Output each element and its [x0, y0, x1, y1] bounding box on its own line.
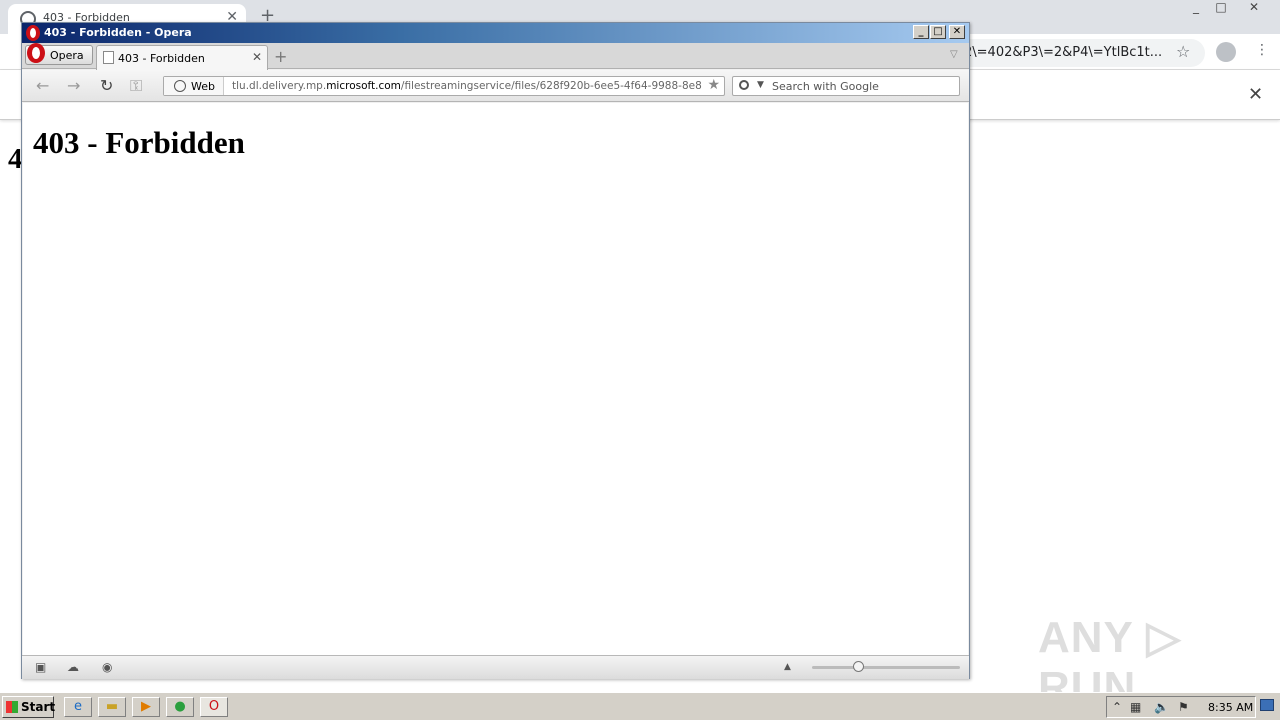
start-button[interactable]: Start — [2, 696, 56, 718]
close-button[interactable]: ✕ — [949, 25, 965, 39]
url-text[interactable]: tlu.dl.delivery.mp.microsoft.com/filestr… — [232, 80, 702, 92]
media-player-icon[interactable]: ▶ — [132, 697, 160, 717]
network-icon[interactable]: ▦ — [1130, 700, 1141, 714]
opera-statusbar: ▣ ☁ ◉ ▲ — [22, 655, 969, 679]
opera-tab[interactable]: 403 - Forbidden ✕ — [96, 45, 268, 70]
zoom-slider-handle[interactable] — [853, 661, 864, 672]
folder-icon[interactable]: ▬ — [98, 697, 126, 717]
opera-taskbar-icon[interactable]: O — [200, 697, 228, 717]
opera-logo-icon — [27, 43, 45, 63]
search-icon — [739, 80, 749, 90]
back-arrow-icon[interactable]: ← — [36, 76, 49, 95]
forward-arrow-icon[interactable]: → — [67, 76, 80, 95]
opera-menu-button[interactable]: Opera — [25, 43, 93, 65]
page-content: 403 - Forbidden — [23, 103, 968, 655]
url-domain: microsoft.com — [326, 80, 401, 92]
tab-menu-icon[interactable]: ▽ — [950, 49, 958, 60]
more-menu-icon[interactable]: ⋮ — [1255, 42, 1269, 58]
zoom-menu-icon[interactable]: ▲ — [784, 662, 791, 672]
star-icon[interactable]: ☆ — [1176, 42, 1190, 61]
panel-toggle-icon[interactable]: ▣ — [35, 660, 46, 674]
key-icon[interactable]: ⚿ — [130, 76, 142, 96]
cloud-icon[interactable]: ☁ — [67, 660, 79, 674]
maximize-button[interactable]: □ — [1208, 0, 1234, 18]
internet-explorer-icon[interactable]: e — [64, 697, 92, 717]
tab-close-icon[interactable]: ✕ — [252, 50, 262, 64]
globe-icon — [174, 80, 186, 92]
speed-dial-icon[interactable]: ◉ — [102, 660, 112, 674]
close-button[interactable]: ✕ — [1241, 0, 1267, 18]
opera-window: 403 - Forbidden - Opera _ □ ✕ Opera 403 … — [21, 22, 970, 679]
search-placeholder: Search with Google — [772, 80, 879, 93]
windows-logo-icon — [6, 701, 18, 713]
maximize-button[interactable]: □ — [930, 25, 946, 39]
url-prefix: tlu.dl.delivery.mp. — [232, 80, 327, 92]
minimize-button[interactable]: _ — [913, 25, 929, 39]
chrome-omnibox[interactable]: 2\=402&P3\=2&P4\=YtlBc1t... — [960, 39, 1205, 67]
zoom-slider[interactable] — [812, 661, 960, 672]
system-tray: ⌃ ▦ 🔈 ⚑ 8:35 AM — [1106, 696, 1256, 718]
page-title: 403 - Forbidden — [33, 125, 245, 160]
opera-titlebar[interactable]: 403 - Forbidden - Opera _ □ ✕ — [22, 23, 969, 43]
new-tab-button[interactable]: + — [274, 47, 287, 66]
bookmark-star-icon[interactable]: ★ — [707, 77, 720, 93]
opera-address-bar: ← → ↻ ⚿ Web tlu.dl.delivery.mp.microsoft… — [22, 70, 969, 102]
reload-icon[interactable]: ↻ — [100, 76, 113, 95]
infobar-close-icon[interactable]: ✕ — [1248, 84, 1263, 105]
clock[interactable]: 8:35 AM — [1208, 701, 1253, 714]
chrome-icon[interactable]: ● — [166, 697, 194, 717]
search-engine-dropdown-icon[interactable]: ▼ — [757, 80, 764, 90]
window-title: 403 - Forbidden - Opera — [44, 26, 192, 39]
page-icon — [103, 51, 114, 64]
opera-logo-icon — [26, 25, 40, 41]
action-center-flag-icon[interactable]: ⚑ — [1178, 700, 1189, 714]
tray-expand-icon[interactable]: ⌃ — [1112, 700, 1122, 714]
start-label: Start — [21, 700, 56, 714]
avatar[interactable] — [1216, 42, 1236, 62]
minimize-button[interactable]: _ — [1183, 0, 1209, 18]
search-input[interactable]: ▼ Search with Google — [732, 76, 960, 96]
opera-tab-title: 403 - Forbidden — [118, 52, 205, 65]
volume-icon[interactable]: 🔈 — [1154, 700, 1169, 714]
url-field[interactable]: Web tlu.dl.delivery.mp.microsoft.com/fil… — [163, 76, 725, 96]
opera-menu-label: Opera — [50, 49, 84, 62]
taskbar: Start e ▬ ▶ ● O ⌃ ▦ 🔈 ⚑ 8:35 AM — [0, 692, 1280, 720]
opera-tabbar: Opera 403 - Forbidden ✕ + ▽ — [22, 43, 969, 70]
show-desktop-icon[interactable] — [1260, 699, 1274, 711]
url-path: /filestreamingservice/files/628f920b-6ee… — [400, 80, 702, 92]
site-badge-label: Web — [191, 80, 215, 93]
site-badge[interactable]: Web — [164, 77, 224, 95]
